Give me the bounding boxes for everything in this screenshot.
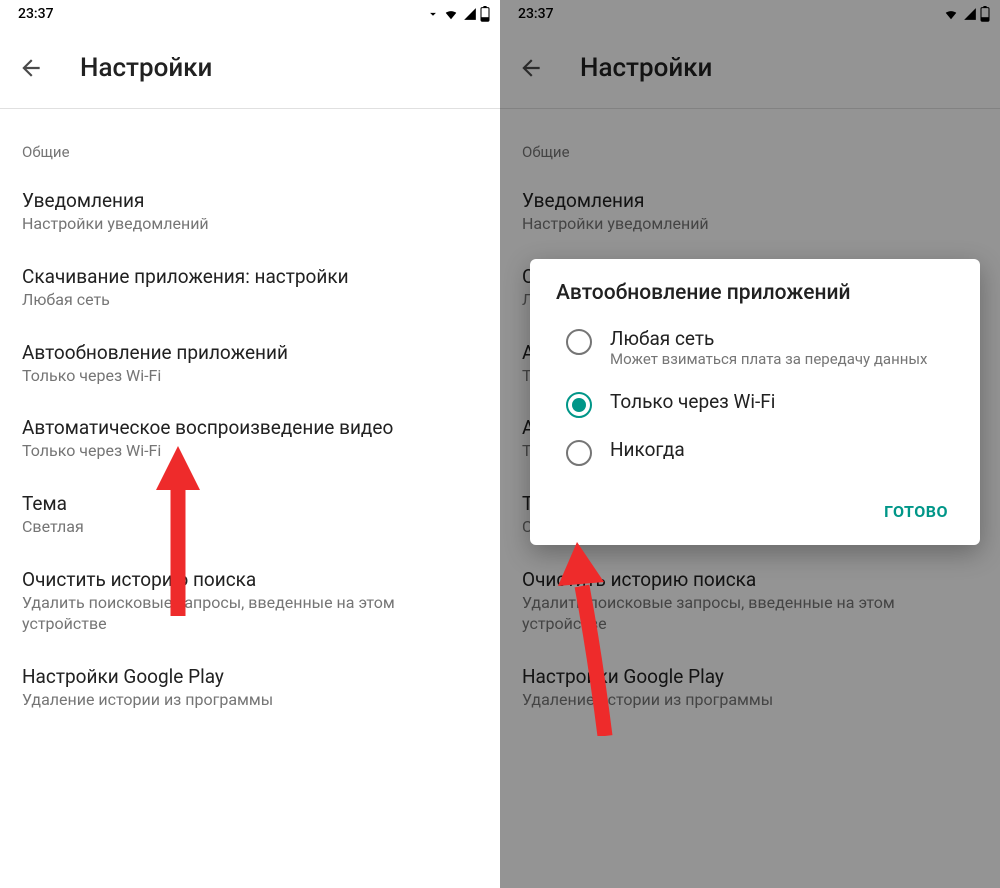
- clock: 23:37: [18, 6, 54, 22]
- item-subtitle: Светлая: [22, 517, 478, 538]
- item-autoupdate[interactable]: Автообновление приложений Только через W…: [0, 321, 500, 397]
- radio-icon: [566, 329, 592, 355]
- arrow-back-icon: [18, 55, 44, 81]
- back-button[interactable]: [18, 55, 44, 81]
- battery-icon: [480, 6, 490, 22]
- radio-icon: [566, 440, 592, 466]
- signal-icon: [462, 7, 478, 21]
- item-subtitle: Любая сеть: [22, 290, 478, 311]
- radio-label: Никогда: [610, 438, 685, 461]
- item-theme[interactable]: Тема Светлая: [0, 472, 500, 548]
- page-title: Настройки: [80, 53, 212, 83]
- phone-left: 23:37 Настройки Общие Уведомления Настро…: [0, 0, 500, 888]
- status-icons: [426, 6, 490, 22]
- wifi-icon: [442, 7, 460, 21]
- done-button[interactable]: ГОТОВО: [872, 494, 960, 529]
- item-autoplay[interactable]: Автоматическое воспроизведение видео Тол…: [0, 396, 500, 472]
- radio-option-wifi-only[interactable]: Только через Wi-Fi: [530, 380, 980, 428]
- item-notifications[interactable]: Уведомления Настройки уведомлений: [0, 169, 500, 245]
- item-title: Тема: [22, 492, 478, 515]
- phone-right: 23:37 Настройки Общие Уведомления Настро…: [500, 0, 1000, 888]
- item-title: Автообновление приложений: [22, 341, 478, 364]
- item-clear-history[interactable]: Очистить историю поиска Удалить поисковы…: [0, 548, 500, 645]
- item-download-prefs[interactable]: Скачивание приложения: настройки Любая с…: [0, 245, 500, 321]
- item-title: Уведомления: [22, 189, 478, 212]
- caret-down-icon: [426, 7, 440, 21]
- dialog-title: Автообновление приложений: [530, 281, 980, 317]
- item-title: Настройки Google Play: [22, 665, 478, 688]
- item-subtitle: Настройки уведомлений: [22, 214, 478, 235]
- app-bar: Настройки: [0, 28, 500, 108]
- item-title: Очистить историю поиска: [22, 568, 478, 591]
- radio-sublabel: Может взиматься плата за передачу данных: [610, 350, 927, 370]
- item-subtitle: Удаление истории из программы: [22, 690, 478, 711]
- autoupdate-dialog: Автообновление приложений Любая сеть Мож…: [530, 259, 980, 545]
- dialog-actions: ГОТОВО: [530, 476, 980, 535]
- status-bar: 23:37: [0, 0, 500, 28]
- item-subtitle: Удалить поисковые запросы, введенные на …: [22, 593, 478, 635]
- item-title: Скачивание приложения: настройки: [22, 265, 478, 288]
- item-subtitle: Только через Wi-Fi: [22, 441, 478, 462]
- item-google-play[interactable]: Настройки Google Play Удаление истории и…: [0, 645, 500, 721]
- radio-icon: [566, 392, 592, 418]
- item-subtitle: Только через Wi-Fi: [22, 366, 478, 387]
- item-title: Автоматическое воспроизведение видео: [22, 416, 478, 439]
- radio-option-never[interactable]: Никогда: [530, 428, 980, 476]
- radio-label: Только через Wi-Fi: [610, 390, 775, 413]
- section-general: Общие: [0, 109, 500, 169]
- radio-option-any-network[interactable]: Любая сеть Может взиматься плата за пере…: [530, 317, 980, 380]
- radio-label: Любая сеть: [610, 327, 927, 350]
